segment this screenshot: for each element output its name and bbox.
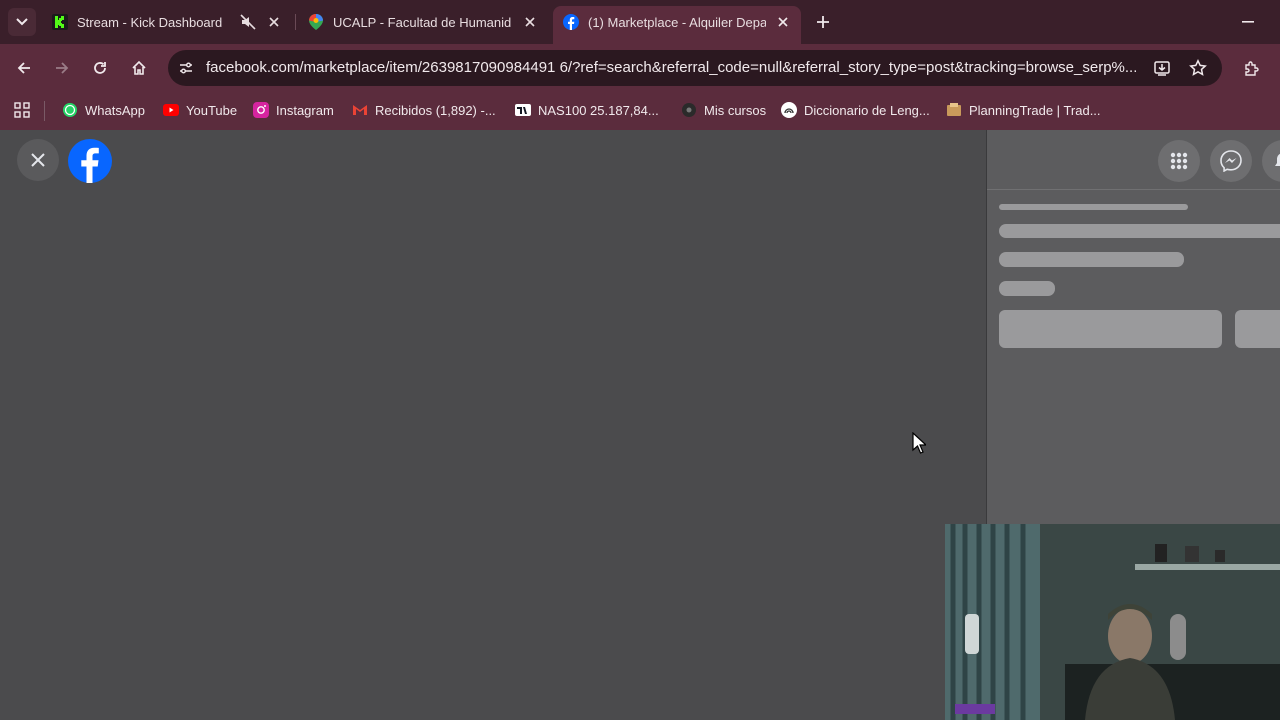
- messenger-button[interactable]: [1210, 140, 1252, 182]
- bookmark-divider: [44, 101, 45, 121]
- extensions-button[interactable]: [1240, 57, 1264, 81]
- new-tab-button[interactable]: [812, 11, 834, 33]
- course-icon: [681, 102, 697, 118]
- tab-strip: Stream - Kick Dashboard UCALP - Facultad…: [0, 0, 1280, 44]
- install-app-icon[interactable]: [1152, 58, 1172, 78]
- facebook-logo-icon[interactable]: [68, 139, 112, 183]
- close-tab-icon[interactable]: [266, 14, 282, 30]
- bookmark-label: Recibidos (1,892) -...: [375, 102, 496, 118]
- apps-grid-icon[interactable]: [12, 100, 32, 120]
- webcam-feed-image: [945, 524, 1280, 720]
- url-text[interactable]: facebook.com/marketplace/item/2639817090…: [206, 59, 1136, 76]
- bookmark-label: NAS100 25.187,84...: [538, 102, 659, 118]
- skeleton-badge: [999, 281, 1055, 296]
- close-tab-icon[interactable]: [775, 14, 791, 30]
- home-icon: [132, 60, 146, 75]
- arrow-right-icon: [56, 62, 69, 74]
- messenger-icon: [1220, 150, 1242, 172]
- bookmark-gmail[interactable]: Recibidos (1,892) -...: [352, 99, 496, 121]
- browser-toolbar: facebook.com/marketplace/item/2639817090…: [0, 44, 1280, 92]
- webcam-overlay: [945, 524, 1280, 720]
- bookmark-star-icon[interactable]: [1188, 58, 1208, 78]
- bookmark-label: Instagram: [276, 102, 334, 118]
- puzzle-icon: [1245, 61, 1259, 76]
- bookmark-tradingview[interactable]: NAS100 25.187,84...: [515, 99, 659, 121]
- plus-icon: [817, 16, 829, 28]
- bookmark-label: Diccionario de Leng...: [804, 102, 930, 118]
- menu-grid-button[interactable]: [1158, 140, 1200, 182]
- tab-marketplace[interactable]: (1) Marketplace - Alquiler Depa: [553, 6, 801, 44]
- map-pin-icon: [308, 14, 324, 30]
- planningtrade-icon: [946, 102, 962, 118]
- kick-icon: [52, 14, 68, 30]
- address-bar[interactable]: facebook.com/marketplace/item/2639817090…: [168, 50, 1222, 86]
- bookmark-instagram[interactable]: Instagram: [253, 99, 334, 121]
- bookmark-mis-cursos[interactable]: Mis cursos: [681, 99, 766, 121]
- chevron-down-icon: [16, 18, 28, 26]
- site-settings-icon[interactable]: [176, 58, 196, 78]
- skeleton-button: [1235, 310, 1280, 348]
- skeleton-title: [999, 224, 1280, 238]
- whatsapp-icon: [62, 102, 78, 118]
- tab-kick-dashboard[interactable]: Stream - Kick Dashboard: [44, 6, 292, 38]
- gmail-icon: [352, 102, 368, 118]
- reload-button[interactable]: [86, 54, 114, 82]
- bookmark-planningtrade[interactable]: PlanningTrade | Trad...: [946, 99, 1101, 121]
- bookmarks-bar: WhatsApp YouTube Instagram Recibidos (1,…: [0, 92, 1280, 130]
- skeleton-button: [999, 310, 1222, 348]
- bookmark-diccionario[interactable]: Diccionario de Leng...: [781, 99, 930, 121]
- youtube-icon: [163, 102, 179, 118]
- close-viewer-button[interactable]: [17, 139, 59, 181]
- bookmark-label: PlanningTrade | Trad...: [969, 102, 1101, 118]
- instagram-icon: [253, 102, 269, 118]
- tab-separator: [295, 14, 296, 30]
- tab-search-button[interactable]: [8, 8, 36, 36]
- bookmark-youtube[interactable]: YouTube: [163, 99, 237, 121]
- minimize-window-button[interactable]: [1238, 12, 1258, 32]
- bookmark-label: YouTube: [186, 102, 238, 118]
- panel-header: [987, 130, 1280, 190]
- arrow-left-icon: [17, 62, 30, 74]
- reload-icon: [94, 62, 106, 74]
- skeleton-price: [999, 252, 1184, 267]
- tab-ucalp[interactable]: UCALP - Facultad de Humanida: [298, 6, 548, 38]
- mouse-cursor-icon: [912, 432, 926, 454]
- back-button[interactable]: [10, 54, 38, 82]
- tab-title: Stream - Kick Dashboard: [77, 14, 223, 30]
- tab-title: (1) Marketplace - Alquiler Depa: [588, 14, 766, 30]
- bell-icon: [1275, 153, 1280, 166]
- skeleton-line: [999, 204, 1188, 210]
- bookmark-label: Mis cursos: [704, 102, 767, 118]
- bookmark-whatsapp[interactable]: WhatsApp: [62, 99, 145, 121]
- close-tab-icon[interactable]: [522, 14, 538, 30]
- muted-speaker-icon[interactable]: [240, 14, 256, 30]
- home-button[interactable]: [125, 54, 153, 82]
- minimize-icon: [1242, 21, 1254, 23]
- grid-menu-icon: [1170, 152, 1188, 170]
- rae-icon: [781, 102, 797, 118]
- bookmark-label: WhatsApp: [85, 102, 145, 118]
- notifications-button[interactable]: [1262, 140, 1280, 182]
- close-icon: [31, 153, 45, 167]
- forward-button[interactable]: [48, 54, 76, 82]
- facebook-favicon-icon: [563, 14, 579, 30]
- tradingview-icon: [515, 102, 531, 118]
- tab-title: UCALP - Facultad de Humanida: [333, 14, 511, 30]
